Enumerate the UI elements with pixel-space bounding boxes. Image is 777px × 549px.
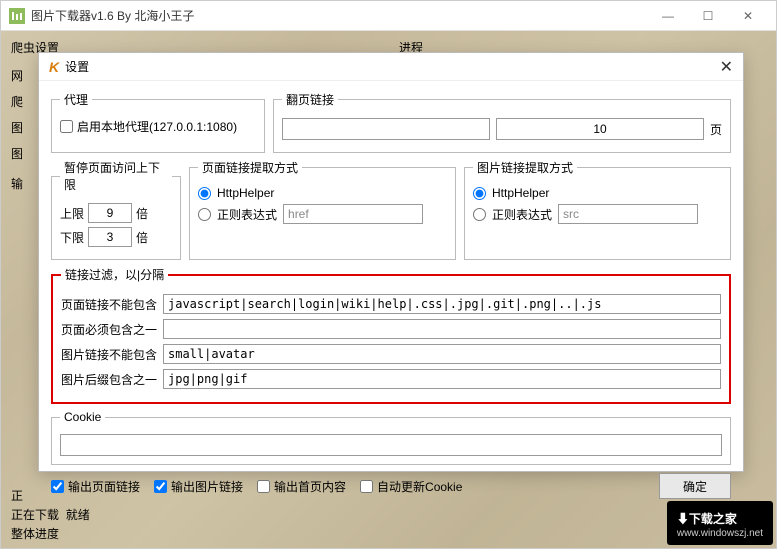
enable-proxy-checkbox[interactable] xyxy=(60,120,73,133)
window-title: 图片下载器v1.6 By 北海小王子 xyxy=(31,7,648,24)
img-exclude-input[interactable] xyxy=(163,344,721,364)
img-suffix-input[interactable] xyxy=(163,369,721,389)
ok-button[interactable]: 确定 xyxy=(659,473,731,499)
proxy-fieldset: 代理 启用本地代理(127.0.0.1:1080) xyxy=(51,91,265,153)
page-extract-fieldset: 页面链接提取方式 HttpHelper 正则表达式 xyxy=(189,159,456,260)
page-include-input[interactable] xyxy=(163,319,721,339)
img-extract-regex-radio[interactable] xyxy=(473,208,486,221)
titlebar: 图片下载器v1.6 By 北海小王子 — ☐ ✕ xyxy=(1,1,776,31)
auto-cookie-checkbox[interactable] xyxy=(360,480,373,493)
watermark: ⬇下载之家 www.windowszj.net xyxy=(667,501,773,545)
dialog-title: 设置 xyxy=(65,58,719,75)
page-extract-regex-radio[interactable] xyxy=(198,208,211,221)
download-arrow-icon: ⬇ xyxy=(677,512,689,526)
img-extract-regex-input[interactable] xyxy=(558,204,698,224)
pause-lower-input[interactable] xyxy=(88,227,132,247)
cookie-input[interactable] xyxy=(60,434,722,456)
settings-dialog: K 设置 ✕ 代理 启用本地代理(127.0.0.1:1080) 翻页链接 页 xyxy=(38,52,744,472)
minimize-button[interactable]: — xyxy=(648,1,688,31)
maximize-button[interactable]: ☐ xyxy=(688,1,728,31)
out-img-checkbox[interactable] xyxy=(154,480,167,493)
cookie-fieldset: Cookie xyxy=(51,410,731,465)
dialog-close-button[interactable]: ✕ xyxy=(720,57,733,77)
close-button[interactable]: ✕ xyxy=(728,1,768,31)
pagelink-fieldset: 翻页链接 页 xyxy=(273,91,731,153)
page-extract-regex-input[interactable] xyxy=(283,204,423,224)
side-labels: 网 爬 图 图 输 xyxy=(11,65,23,199)
dialog-icon: K xyxy=(49,59,59,75)
filter-fieldset: 链接过滤，以|分隔 页面链接不能包含 页面必须包含之一 图片链接不能包含 图片后… xyxy=(51,266,731,404)
out-page-checkbox[interactable] xyxy=(51,480,64,493)
pagelink-count-input[interactable] xyxy=(496,118,704,140)
out-home-checkbox[interactable] xyxy=(257,480,270,493)
app-icon xyxy=(9,8,25,24)
img-extract-fieldset: 图片链接提取方式 HttpHelper 正则表达式 xyxy=(464,159,731,260)
dialog-titlebar: K 设置 ✕ xyxy=(39,53,743,81)
pause-fieldset: 暂停页面访问上下限 上限 倍 下限 倍 xyxy=(51,159,181,260)
page-extract-http-radio[interactable] xyxy=(198,187,211,200)
img-extract-http-radio[interactable] xyxy=(473,187,486,200)
page-exclude-input[interactable] xyxy=(163,294,721,314)
pause-upper-input[interactable] xyxy=(88,203,132,223)
pagelink-url-input[interactable] xyxy=(282,118,490,140)
